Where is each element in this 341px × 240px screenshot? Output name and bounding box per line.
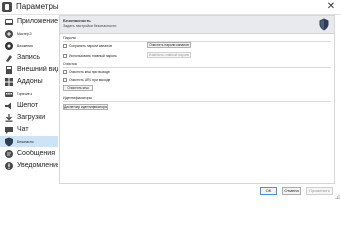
sidebar-item-messages[interactable]: Сообщения — [0, 148, 58, 159]
cleanup-section-label: Очистка — [63, 62, 77, 66]
use-master-password-checkbox[interactable] — [63, 53, 67, 58]
sidebar-item-addons[interactable]: Аддоны — [0, 76, 58, 87]
messages-icon — [4, 149, 14, 159]
clear-url-on-exit-checkbox[interactable] — [63, 77, 67, 82]
divider — [63, 67, 331, 68]
sidebar-item-appearance[interactable]: Внешний вид — [0, 64, 58, 75]
wizard-icon — [4, 29, 14, 39]
clear-on-exit-checkbox[interactable] — [63, 69, 67, 74]
app-icon — [2, 2, 12, 12]
sidebar-item-label: Приложение — [17, 18, 58, 25]
sidebar-item-label: Загрузки — [17, 114, 46, 121]
sidebar-item-notifications[interactable]: Уведомления — [0, 160, 58, 171]
sidebar-item-label: Чат — [17, 126, 29, 133]
sidebar-item-label: Вложения — [17, 43, 33, 48]
use-master-password-row[interactable]: Использовать главный пароль — [63, 53, 117, 58]
close-button[interactable]: ✕ — [325, 1, 337, 13]
notifications-icon — [4, 161, 14, 171]
ok-button[interactable]: OK — [260, 187, 277, 195]
addons-icon — [4, 77, 14, 87]
settings-panel: Безопасность Задать настройки безопаснос… — [59, 15, 335, 184]
sidebar-item-label: Запись — [17, 54, 40, 61]
clear-url-on-exit-row[interactable]: Очистить URL при выходе — [63, 77, 110, 82]
attachment-icon — [4, 41, 14, 51]
divider — [63, 41, 331, 42]
app-icon — [4, 17, 14, 27]
downloads-icon — [4, 113, 14, 123]
sidebar-item-label: Шепот — [17, 102, 39, 109]
sidebar-item-attachments[interactable]: Вложения — [0, 40, 58, 51]
window-title: Параметры — [16, 2, 59, 11]
save-channel-passwords-label: Сохранять пароли каналов — [69, 43, 112, 48]
resize-grip-icon[interactable] — [335, 194, 340, 199]
sidebar-item-security[interactable]: Безопасно — [0, 136, 58, 147]
sidebar-item-application[interactable]: Приложение — [0, 16, 58, 27]
sidebar-item-record[interactable]: Запись — [0, 52, 58, 63]
page-title: Безопасность — [63, 18, 91, 23]
identities-section-label: Идентификаторы — [63, 96, 93, 100]
shield-icon — [4, 137, 14, 147]
sidebar-item-label: Сообщения — [17, 150, 55, 157]
sidebar-item-label: Аддоны — [17, 78, 43, 85]
hotkeys-icon — [4, 89, 14, 99]
page-subtitle: Задать настройки безопасности — [63, 24, 117, 28]
record-icon — [4, 53, 14, 63]
panel-header: Безопасность Задать настройки безопаснос… — [60, 16, 334, 34]
clear-channel-passwords-button[interactable]: Очистить пароли каналов — [147, 42, 191, 48]
sidebar-item-label: Внешний вид — [17, 66, 58, 73]
sidebar-item-label: Безопасно — [17, 139, 34, 144]
save-channel-passwords-checkbox[interactable] — [63, 43, 67, 48]
sidebar-item-label: Горячие к — [17, 91, 33, 96]
whisper-icon — [4, 101, 14, 111]
identity-manager-button[interactable]: Диспетчер идентификаторов — [63, 104, 108, 110]
clear-cache-button[interactable]: Очистить кеш — [63, 85, 93, 91]
use-master-password-label: Использовать главный пароль — [69, 53, 117, 58]
cancel-button[interactable]: Отмена — [282, 187, 301, 195]
chat-icon — [4, 125, 14, 135]
sidebar-item-label: Мастер.З — [17, 31, 32, 36]
apply-button: Применить — [306, 187, 333, 195]
sidebar-item-chat[interactable]: Чат — [0, 124, 58, 135]
sidebar-item-wizard[interactable]: Мастер.З — [0, 28, 58, 39]
sidebar: Приложение Мастер.З Вложения Запись Внеш… — [0, 15, 58, 185]
clear-on-exit-label: Очистить кеш при выходе — [69, 69, 110, 74]
divider — [63, 101, 331, 102]
sidebar-item-downloads[interactable]: Загрузки — [0, 112, 58, 123]
sidebar-item-label: Уведомления — [17, 162, 58, 169]
clear-on-exit-row[interactable]: Очистить кеш при выходе — [63, 69, 110, 74]
sidebar-item-whisper[interactable]: Шепот — [0, 100, 58, 111]
title-bar: Параметры ✕ — [0, 0, 341, 15]
save-channel-passwords-row[interactable]: Сохранять пароли каналов — [63, 43, 112, 48]
change-master-password-button: Изменить главный пароль — [147, 52, 191, 58]
sidebar-item-hotkeys[interactable]: Горячие к — [0, 88, 58, 99]
shield-icon — [319, 18, 329, 31]
appearance-icon — [4, 65, 14, 75]
passwords-section-label: Пароли — [63, 36, 76, 40]
clear-url-on-exit-label: Очистить URL при выходе — [69, 77, 111, 82]
